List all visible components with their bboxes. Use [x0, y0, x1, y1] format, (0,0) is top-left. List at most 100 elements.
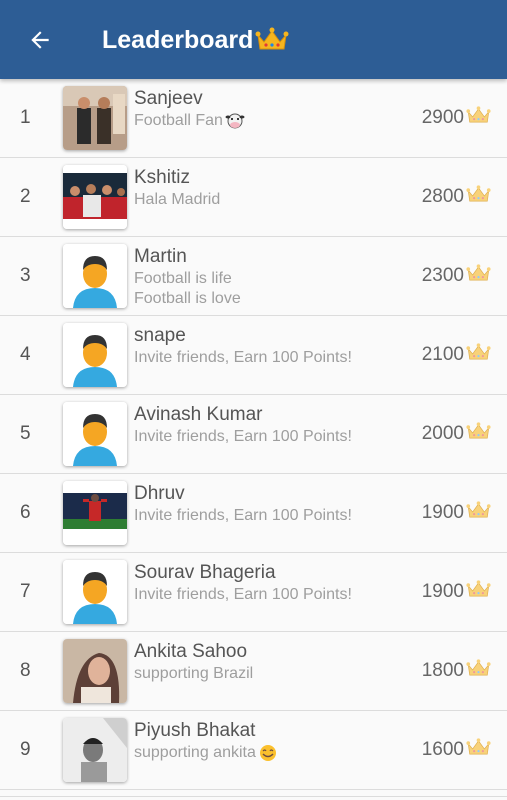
points-value: 2300 [421, 265, 464, 286]
points: 2800 [422, 158, 491, 236]
rank-number: 9 [20, 739, 31, 760]
user-name: Ankita Sahoo [134, 641, 248, 662]
avatar[interactable] [63, 718, 127, 782]
leaderboard-list: 1 Sanjeev Football Fan 2900 2 Kshitiz Hala Mad… [0, 79, 507, 797]
points-value: 1800 [421, 660, 464, 681]
title-text: Leaderboard [102, 26, 254, 54]
back-button[interactable] [22, 22, 58, 58]
profile-photo [63, 718, 127, 782]
points-value: 2100 [421, 344, 464, 365]
crown-icon [466, 737, 491, 754]
user-name: Avinash Kumar [134, 404, 263, 425]
smiling-face-icon [259, 744, 276, 761]
user-status: Hala Madrid [134, 190, 220, 210]
rank-number: 1 [20, 107, 31, 128]
avatar[interactable] [63, 244, 127, 308]
status-text: supporting Brazil [134, 665, 254, 682]
avatar[interactable] [63, 481, 127, 545]
page-title: Leaderboard [102, 22, 289, 58]
status-text: Football Fan [134, 112, 223, 129]
crown-icon [466, 500, 491, 517]
avatar[interactable] [63, 560, 127, 624]
user-name: Martin [134, 246, 187, 267]
profile-photo [63, 639, 127, 703]
status-text: Invite friends, Earn 100 Points! [134, 507, 352, 524]
points-value: 2900 [421, 107, 464, 128]
avatar[interactable] [63, 165, 127, 229]
user-name: Kshitiz [134, 167, 190, 188]
crown-icon [255, 27, 289, 50]
rank-number: 3 [20, 265, 31, 286]
profile-photo [63, 86, 127, 150]
user-status: Football is life Football is love [134, 269, 241, 309]
points: 2000 [422, 395, 491, 473]
points: 1900 [422, 553, 491, 631]
default-person-icon [63, 402, 127, 466]
status-text: Invite friends, Earn 100 Points! [134, 428, 352, 445]
user-info: Ankita Sahoo supporting Brazil [134, 640, 253, 684]
default-person-icon [63, 323, 127, 387]
points: 1800 [422, 632, 491, 710]
user-info: Sanjeev Football Fan [134, 87, 245, 131]
points-value: 2000 [421, 423, 464, 444]
status-text: Invite friends, Earn 100 Points! [134, 586, 352, 603]
leaderboard-row[interactable]: 1 Sanjeev Football Fan 2900 [0, 79, 507, 158]
points: 1900 [422, 474, 491, 552]
points-value: 1900 [421, 581, 464, 602]
points-value: 1600 [421, 739, 464, 760]
crown-icon [466, 342, 491, 359]
avatar[interactable] [63, 323, 127, 387]
status-text: supporting ankita [134, 744, 256, 761]
points: 2900 [422, 79, 491, 157]
user-name: Dhruv [134, 483, 185, 504]
avatar[interactable] [63, 86, 127, 150]
crown-icon [466, 105, 491, 122]
crown-icon [466, 658, 491, 675]
user-info: Piyush Bhakat supporting ankita [134, 719, 278, 763]
rank-number: 7 [20, 581, 31, 602]
crown-icon [466, 579, 491, 596]
user-info: Kshitiz Hala Madrid [134, 166, 220, 210]
leaderboard-row-partial [0, 790, 507, 797]
leaderboard-row[interactable]: 9 Piyush Bhakat supporting ankita 1600 [0, 711, 507, 790]
user-info: Martin Football is life Football is love [134, 245, 241, 309]
user-status: Football Fan [134, 111, 245, 131]
leaderboard-row[interactable]: 3 Martin Football is life Football is love… [0, 237, 507, 316]
user-name: Piyush Bhakat [134, 720, 256, 741]
rank-number: 8 [20, 660, 31, 681]
crown-icon [466, 263, 491, 280]
app-bar: Leaderboard [0, 0, 507, 79]
user-name: snape [134, 325, 186, 346]
points: 1600 [422, 711, 491, 789]
rank-number: 5 [20, 423, 31, 444]
user-info: Sourav Bhageria Invite friends, Earn 100 … [134, 561, 352, 605]
user-name: Sanjeev [134, 88, 203, 109]
status-text: Hala Madrid [134, 191, 221, 208]
user-status: supporting Brazil [134, 664, 253, 684]
avatar[interactable] [63, 639, 127, 703]
leaderboard-row[interactable]: 8 Ankita Sahoo supporting Brazil 1800 [0, 632, 507, 711]
default-person-icon [63, 560, 127, 624]
leaderboard-row[interactable]: 6 Dhruv Invite friends, Earn 100 Points! 19… [0, 474, 507, 553]
leaderboard-row[interactable]: 7 Sourav Bhageria Invite friends, Earn 100… [0, 553, 507, 632]
user-status: Invite friends, Earn 100 Points! [134, 427, 352, 447]
avatar[interactable] [63, 402, 127, 466]
user-info: snape Invite friends, Earn 100 Points! [134, 324, 352, 368]
user-status: Invite friends, Earn 100 Points! [134, 585, 352, 605]
crown-icon [466, 184, 491, 201]
leaderboard-row[interactable]: 2 Kshitiz Hala Madrid 2800 [0, 158, 507, 237]
leaderboard-row[interactable]: 5 Avinash Kumar Invite friends, Earn 100 P… [0, 395, 507, 474]
user-info: Dhruv Invite friends, Earn 100 Points! [134, 482, 352, 526]
rank-number: 6 [20, 502, 31, 523]
user-status: Invite friends, Earn 100 Points! [134, 348, 352, 368]
arrow-left-icon [31, 31, 49, 49]
status-text: Football is life Football is love [134, 270, 241, 307]
leaderboard-row[interactable]: 4 snape Invite friends, Earn 100 Points! 21… [0, 316, 507, 395]
points-value: 1900 [421, 502, 464, 523]
cow-face-icon [225, 113, 245, 129]
user-status: supporting ankita [134, 743, 278, 763]
user-status: Invite friends, Earn 100 Points! [134, 506, 352, 526]
user-info: Avinash Kumar Invite friends, Earn 100 Po… [134, 403, 352, 447]
profile-photo [63, 165, 127, 229]
default-person-icon [63, 244, 127, 308]
